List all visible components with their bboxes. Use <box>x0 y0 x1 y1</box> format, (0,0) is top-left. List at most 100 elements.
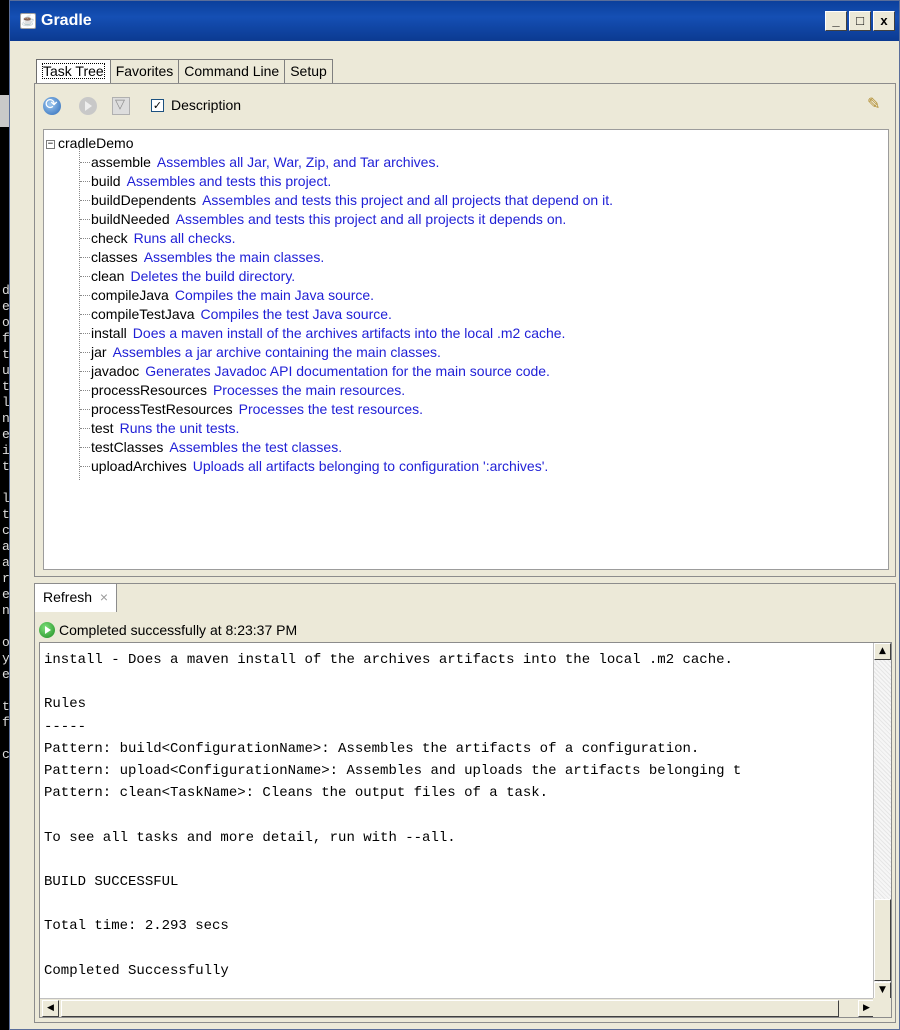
task-description: Assembles all Jar, War, Zip, and Tar arc… <box>156 154 440 170</box>
horizontal-scrollbar[interactable]: ◀ ▶ <box>40 998 875 1017</box>
task-tree-panel: ✓ Description ✎ −cradleDemo assemble Asse… <box>34 83 896 577</box>
tab-label: Command Line <box>184 63 280 79</box>
task-item[interactable]: clean Deletes the build directory. <box>80 267 613 286</box>
task-name: check <box>91 230 128 246</box>
task-item[interactable]: buildDependents Assembles and tests this … <box>80 191 613 210</box>
task-name: compileJava <box>91 287 169 303</box>
status-line: Completed successfully at 8:23:37 PM <box>39 620 297 640</box>
scroll-up-icon[interactable]: ▲ <box>874 643 891 660</box>
task-name: testClasses <box>91 439 164 455</box>
console-text: install - Does a maven install of the ar… <box>44 649 871 982</box>
task-name: test <box>91 420 114 436</box>
console-line: To see all tasks and more detail, run wi… <box>44 829 456 846</box>
tab-setup[interactable]: Setup <box>284 59 333 83</box>
scrollbar-corner <box>873 998 891 1017</box>
console-line: install - Does a maven install of the ar… <box>44 652 733 668</box>
task-item[interactable]: processTestResources Processes the test r… <box>80 400 613 419</box>
task-item[interactable]: test Runs the unit tests. <box>80 419 613 438</box>
task-name: javadoc <box>91 363 140 379</box>
title-bar[interactable]: ☕ Gradle _ □ x <box>10 1 899 41</box>
task-description: Generates Javadoc API documentation for … <box>145 363 550 379</box>
task-item[interactable]: testClasses Assembles the test classes. <box>80 438 613 457</box>
scroll-left-icon[interactable]: ◀ <box>42 1000 59 1017</box>
tab-label: Setup <box>290 63 327 79</box>
task-list: assemble Assembles all Jar, War, Zip, and… <box>80 153 613 476</box>
tree-root[interactable]: − cradleDemo <box>46 134 133 153</box>
main-tabs: Task Tree Favorites Command Line Setup <box>36 59 333 83</box>
tab-favorites[interactable]: Favorites <box>109 59 180 83</box>
scroll-down-icon[interactable]: ▼ <box>874 982 891 999</box>
console-line: Pattern: clean<TaskName>: Cleans the out… <box>44 785 549 802</box>
task-name: buildDependents <box>91 192 197 208</box>
task-description: Assembles and tests this project and all… <box>175 211 567 227</box>
task-description: Runs the unit tests. <box>119 420 240 436</box>
task-name: buildNeeded <box>91 211 170 227</box>
run-icon[interactable] <box>79 97 97 115</box>
wand-icon[interactable]: ✎ <box>867 94 885 114</box>
task-item[interactable]: install Does a maven install of the archi… <box>80 324 613 343</box>
task-description: Compiles the main Java source. <box>174 287 375 303</box>
description-label[interactable]: Description <box>171 97 241 113</box>
task-name: assemble <box>91 154 151 170</box>
task-item[interactable]: build Assembles and tests this project. <box>80 172 613 191</box>
task-name: processResources <box>91 382 207 398</box>
output-tab-label: Refresh <box>43 589 93 605</box>
task-name: compileTestJava <box>91 306 195 322</box>
description-checkbox[interactable]: ✓ <box>151 99 164 112</box>
maximize-button[interactable]: □ <box>849 11 871 31</box>
task-description: Assembles and tests this project. <box>126 173 332 189</box>
task-description: Assembles and tests this project and all… <box>202 192 613 208</box>
tab-label: Favorites <box>115 63 174 79</box>
task-item[interactable]: check Runs all checks. <box>80 229 613 248</box>
project-name: cradleDemo <box>58 135 134 151</box>
horizontal-scroll-thumb[interactable] <box>61 1000 839 1017</box>
console-line: BUILD SUCCESSFUL <box>44 873 179 890</box>
java-icon: ☕ <box>20 13 36 29</box>
status-text: Completed successfully at 8:23:37 PM <box>59 622 298 638</box>
task-item[interactable]: buildNeeded Assembles and tests this proj… <box>80 210 613 229</box>
task-item[interactable]: jar Assembles a jar archive containing th… <box>80 343 613 362</box>
tab-task-tree[interactable]: Task Tree <box>36 59 111 83</box>
task-description: Compiles the test Java source. <box>200 306 392 322</box>
task-item[interactable]: compileTestJava Compiles the test Java so… <box>80 305 613 324</box>
task-name: uploadArchives <box>91 458 187 474</box>
tab-refresh[interactable]: Refresh × <box>35 584 118 612</box>
vertical-scroll-thumb[interactable] <box>874 899 891 981</box>
refresh-icon[interactable] <box>43 95 61 115</box>
task-item[interactable]: uploadArchives Uploads all artifacts belo… <box>80 457 613 476</box>
tab-label: Task Tree <box>42 63 105 79</box>
task-item[interactable]: processResources Processes the main resou… <box>80 381 613 400</box>
success-icon <box>39 622 55 639</box>
task-name: install <box>91 325 127 341</box>
task-item[interactable]: javadoc Generates Javadoc API documentati… <box>80 362 613 381</box>
tab-command-line[interactable]: Command Line <box>178 59 286 83</box>
output-panel: Refresh × Completed successfully at 8:23… <box>34 583 896 1023</box>
close-button[interactable]: x <box>873 11 895 31</box>
filter-icon[interactable] <box>112 97 130 115</box>
window-title: Gradle <box>41 12 92 29</box>
task-item[interactable]: assemble Assembles all Jar, War, Zip, and… <box>80 153 613 172</box>
console-line: Rules <box>44 696 87 713</box>
task-name: jar <box>91 344 107 360</box>
task-item[interactable]: classes Assembles the main classes. <box>80 248 613 267</box>
task-name: processTestResources <box>91 401 233 417</box>
task-description: Assembles the main classes. <box>143 249 325 265</box>
console-output[interactable]: install - Does a maven install of the ar… <box>39 642 892 1018</box>
task-name: build <box>91 173 121 189</box>
task-item[interactable]: compileJava Compiles the main Java source… <box>80 286 613 305</box>
task-tree[interactable]: − cradleDemo assemble Assembles all Jar, W… <box>43 129 889 570</box>
close-tab-icon[interactable]: × <box>100 589 108 605</box>
task-tree-toolbar: ✓ Description ✎ <box>35 84 895 126</box>
collapse-icon[interactable]: − <box>46 139 55 149</box>
task-description: Does a maven install of the archives art… <box>132 325 566 341</box>
task-description: Deletes the build directory. <box>130 268 296 284</box>
task-description: Uploads all artifacts belonging to confi… <box>192 458 549 474</box>
task-description: Processes the test resources. <box>238 401 424 417</box>
window-controls: _ □ x <box>825 11 895 31</box>
vertical-scrollbar[interactable]: ▲ ▼ <box>873 643 891 999</box>
task-description: Processes the main resources. <box>212 382 406 398</box>
minimize-button[interactable]: _ <box>825 11 847 31</box>
